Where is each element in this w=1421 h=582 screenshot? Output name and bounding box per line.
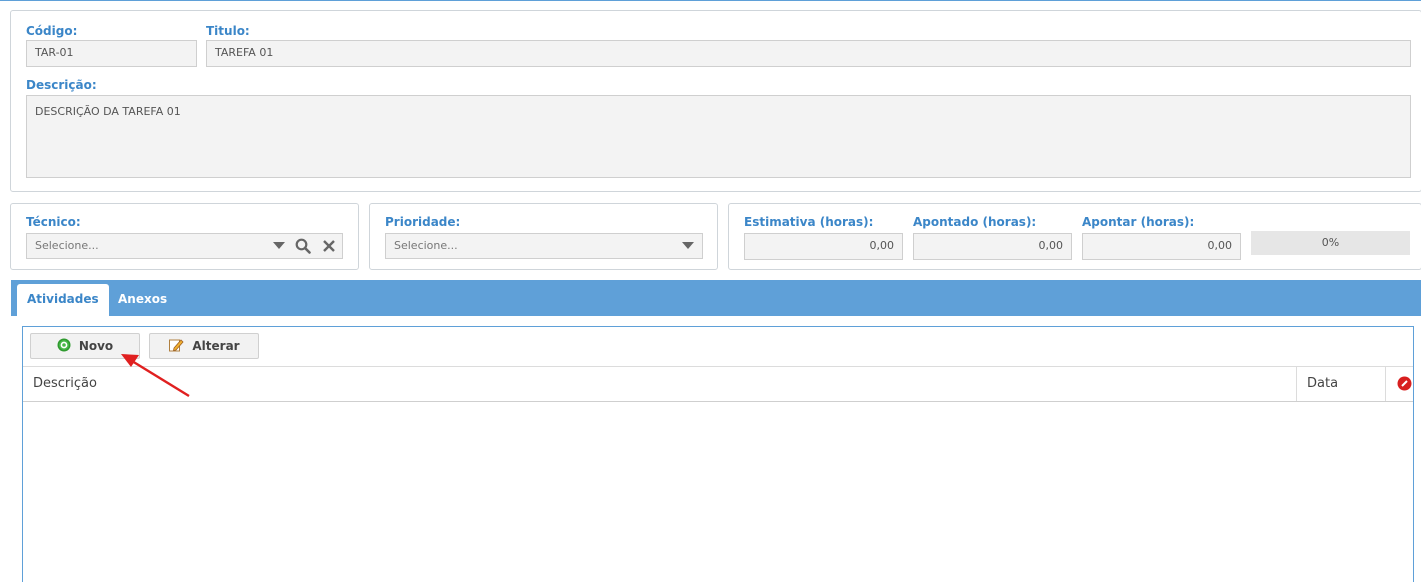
column-data[interactable]: Data	[1307, 367, 1338, 401]
alterar-label: Alterar	[192, 339, 240, 353]
delete-icon[interactable]	[1397, 376, 1412, 392]
codigo-label: Código:	[26, 24, 78, 38]
descricao-field[interactable]: DESCRIÇÃO DA TAREFA 01	[26, 95, 1411, 178]
tab-bar: Atividades Anexos	[11, 280, 1421, 316]
close-icon[interactable]	[319, 236, 339, 256]
estimativa-label: Estimativa (horas):	[744, 215, 874, 229]
task-info-panel: Código: TAR-01 Titulo: TAREFA 01 Descriç…	[10, 10, 1421, 192]
novo-button[interactable]: Novo	[30, 333, 140, 359]
descricao-label: Descrição:	[26, 78, 97, 92]
add-circle-icon	[57, 338, 71, 355]
apontado-field[interactable]: 0,00	[913, 233, 1072, 260]
prioridade-panel: Prioridade: Selecione...	[369, 203, 718, 270]
progress-bar: 0%	[1251, 231, 1410, 255]
titulo-label: Titulo:	[206, 24, 250, 38]
prioridade-placeholder: Selecione...	[394, 239, 458, 252]
prioridade-label: Prioridade:	[385, 215, 461, 229]
apontado-label: Apontado (horas):	[913, 215, 1037, 229]
novo-label: Novo	[78, 339, 114, 353]
tab-content: Novo Alterar Descrição Data	[11, 316, 1421, 582]
column-divider	[1296, 367, 1297, 401]
column-divider	[1385, 367, 1386, 401]
tecnico-panel: Técnico: Selecione...	[10, 203, 359, 270]
alterar-button[interactable]: Alterar	[149, 333, 259, 359]
chevron-down-icon[interactable]	[680, 238, 696, 254]
activities-grid: Novo Alterar Descrição Data	[22, 326, 1414, 582]
grid-header: Descrição Data	[23, 366, 1413, 402]
prioridade-select[interactable]: Selecione...	[385, 233, 703, 259]
codigo-field[interactable]: TAR-01	[26, 40, 197, 67]
hours-panel: Estimativa (horas): 0,00 Apontado (horas…	[728, 203, 1421, 270]
tab-anexos[interactable]: Anexos	[108, 284, 177, 316]
tecnico-placeholder: Selecione...	[35, 239, 99, 252]
search-icon[interactable]	[293, 236, 313, 256]
estimativa-field[interactable]: 0,00	[744, 233, 903, 260]
tecnico-label: Técnico:	[26, 215, 81, 229]
apontar-field[interactable]: 0,00	[1082, 233, 1241, 260]
top-border-line	[0, 0, 1421, 1]
apontar-label: Apontar (horas):	[1082, 215, 1195, 229]
chevron-down-icon[interactable]	[271, 238, 287, 254]
titulo-field[interactable]: TAREFA 01	[206, 40, 1411, 67]
tab-atividades[interactable]: Atividades	[17, 284, 109, 316]
column-descricao[interactable]: Descrição	[33, 367, 97, 401]
edit-pencil-icon	[168, 337, 184, 356]
